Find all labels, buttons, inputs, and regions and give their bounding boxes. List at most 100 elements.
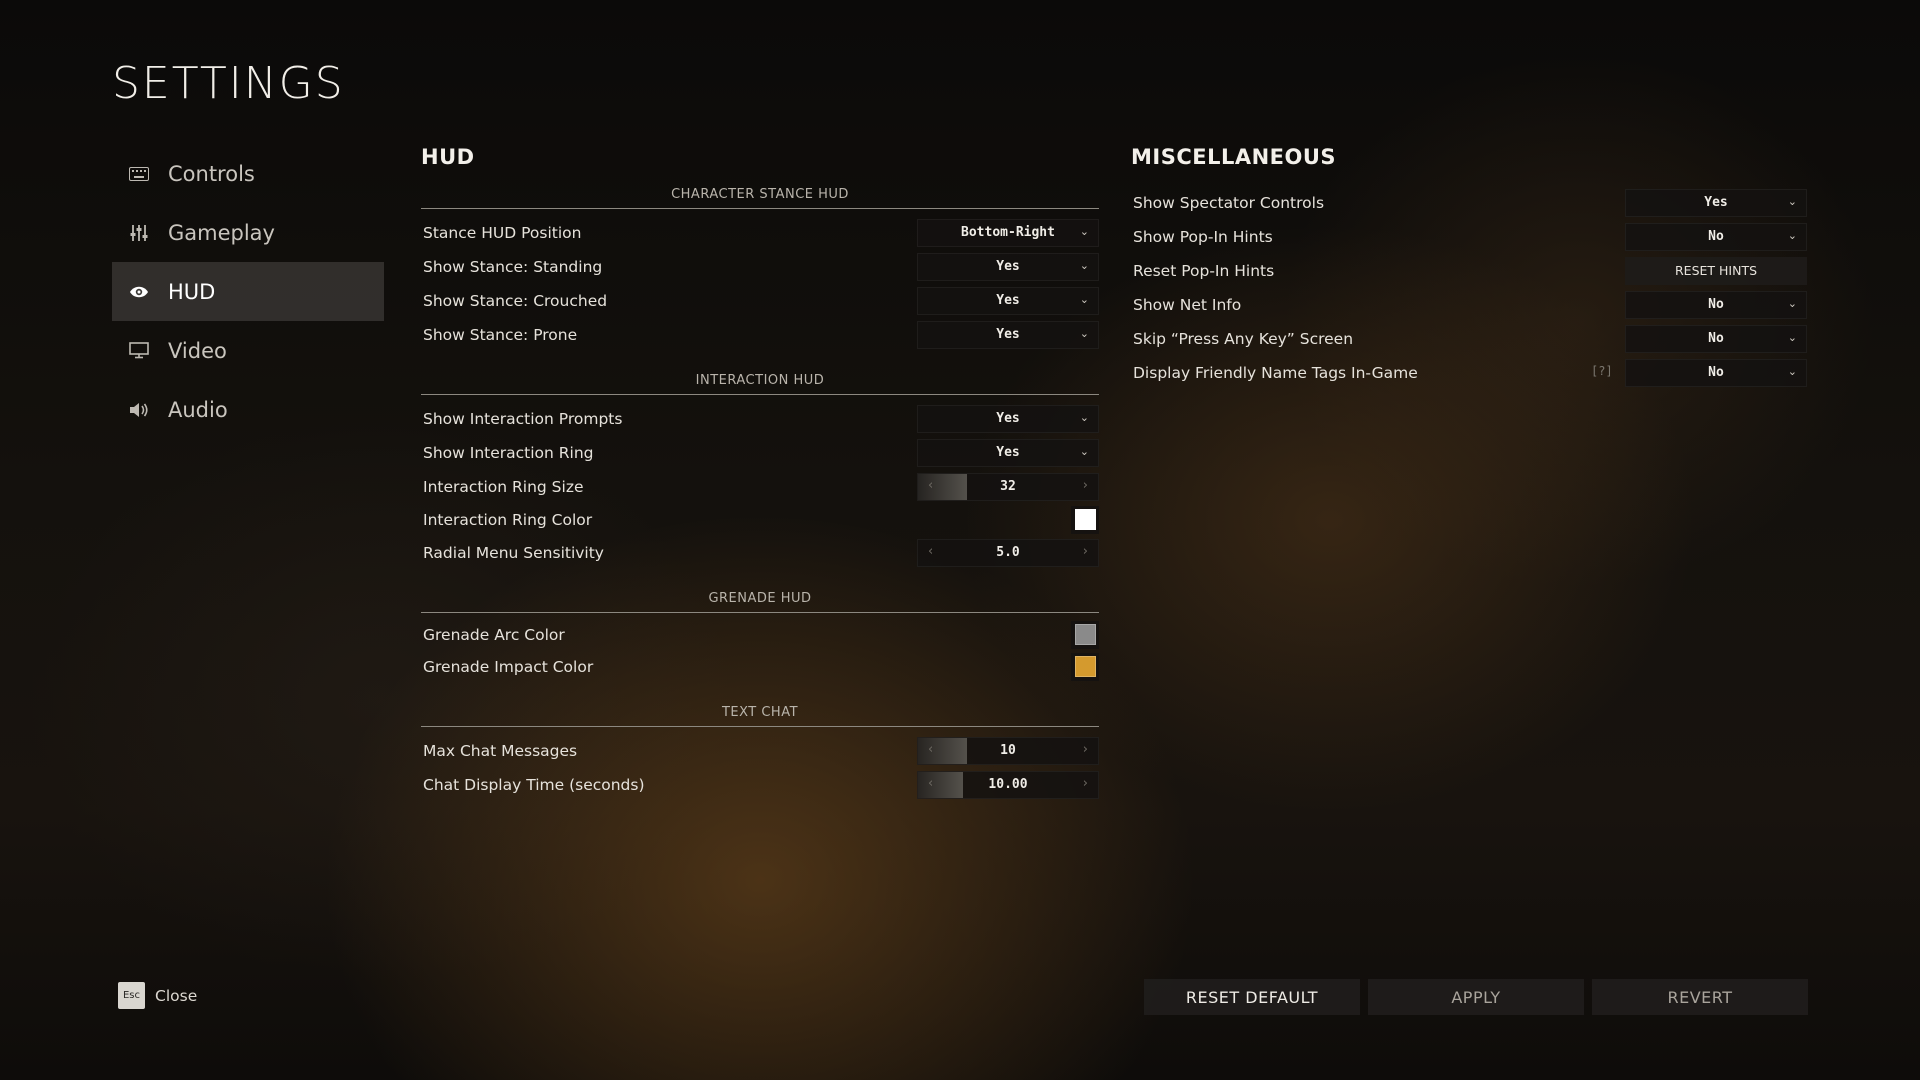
stepper-fill (918, 737, 967, 764)
skip-press-any-key-dropdown[interactable]: No ⌄ (1625, 324, 1807, 353)
nav-item-label: Audio (168, 397, 228, 422)
chevron-left-icon[interactable]: ‹ (928, 544, 933, 559)
setting-row: Show Stance: Standing Yes ⌄ (421, 252, 1099, 281)
setting-label: Skip “Press Any Key” Screen (1133, 329, 1354, 348)
chevron-down-icon: ⌄ (1787, 364, 1797, 378)
chevron-right-icon[interactable]: › (1083, 478, 1088, 493)
eye-icon (128, 281, 150, 303)
reset-default-button[interactable]: RESET DEFAULT (1144, 979, 1360, 1015)
show-stance-standing-dropdown[interactable]: Yes ⌄ (917, 252, 1099, 281)
setting-label: Show Interaction Prompts (423, 409, 623, 428)
misc-heading: MISCELLANEOUS (1131, 145, 1337, 169)
close-button[interactable]: Esc Close (118, 982, 197, 1009)
section-divider (421, 394, 1099, 395)
show-stance-prone-dropdown[interactable]: Yes ⌄ (917, 320, 1099, 349)
keyboard-icon (128, 163, 150, 185)
reset-hints-button[interactable]: RESET HINTS (1625, 256, 1807, 285)
chevron-right-icon[interactable]: › (1083, 776, 1088, 791)
setting-row: Show Interaction Ring Yes ⌄ (421, 438, 1099, 467)
chevron-left-icon[interactable]: ‹ (928, 742, 933, 757)
dropdown-value: Yes (996, 293, 1020, 308)
friendly-name-tags-dropdown[interactable]: No ⌄ (1625, 358, 1807, 387)
dropdown-value: No (1708, 229, 1724, 244)
dropdown-value: No (1708, 297, 1724, 312)
dropdown-value: Yes (996, 411, 1020, 426)
nav-item-label: Video (168, 338, 227, 363)
dropdown-value: No (1708, 365, 1724, 380)
chevron-down-icon: ⌄ (1079, 326, 1089, 340)
radial-menu-sensitivity-stepper[interactable]: ‹ 5.0 › (917, 538, 1099, 567)
close-label: Close (155, 986, 198, 1005)
grenade-arc-color-picker[interactable] (1071, 620, 1099, 649)
interaction-ring-size-stepper[interactable]: ‹ 32 › (917, 472, 1099, 501)
revert-button[interactable]: REVERT (1592, 979, 1808, 1015)
setting-label: Show Stance: Standing (423, 257, 603, 276)
nav-item-label: HUD (168, 279, 216, 304)
dropdown-value: Yes (996, 445, 1020, 460)
color-swatch (1074, 656, 1096, 677)
setting-label: Reset Pop-In Hints (1133, 261, 1275, 280)
setting-label: Grenade Arc Color (423, 625, 565, 644)
setting-row: Interaction Ring Size ‹ 32 › (421, 472, 1099, 501)
section-title-grenade: GRENADE HUD (708, 591, 812, 606)
setting-row: Reset Pop-In Hints RESET HINTS (1131, 256, 1807, 285)
spectator-controls-dropdown[interactable]: Yes ⌄ (1625, 188, 1807, 217)
setting-row: Display Friendly Name Tags In-Game No ⌄ (1131, 358, 1807, 387)
chevron-right-icon[interactable]: › (1083, 544, 1088, 559)
net-info-dropdown[interactable]: No ⌄ (1625, 290, 1807, 319)
dropdown-value: Yes (996, 259, 1020, 274)
stepper-fill (918, 771, 963, 798)
nav-item-audio[interactable]: Audio (112, 380, 384, 439)
stepper-value: 32 (1000, 479, 1016, 494)
chevron-down-icon: ⌄ (1787, 228, 1797, 242)
interaction-ring-color-picker[interactable] (1071, 505, 1099, 534)
color-swatch (1074, 624, 1096, 645)
setting-label: Show Stance: Crouched (423, 291, 608, 310)
nav-item-controls[interactable]: Controls (112, 144, 384, 203)
dropdown-value: Yes (996, 327, 1020, 342)
setting-label: Grenade Impact Color (423, 657, 594, 676)
chevron-right-icon[interactable]: › (1083, 742, 1088, 757)
monitor-icon (128, 340, 150, 362)
chevron-left-icon[interactable]: ‹ (928, 478, 933, 493)
nav-item-label: Controls (168, 161, 255, 186)
apply-button[interactable]: APPLY (1368, 979, 1584, 1015)
help-tooltip-icon[interactable]: [?] (1591, 364, 1613, 378)
dropdown-value: Yes (1704, 195, 1728, 210)
sliders-icon (128, 222, 150, 244)
section-divider (421, 612, 1099, 613)
interaction-ring-dropdown[interactable]: Yes ⌄ (917, 438, 1099, 467)
setting-label: Show Net Info (1133, 295, 1242, 314)
pop-in-hints-dropdown[interactable]: No ⌄ (1625, 222, 1807, 251)
section-divider (421, 726, 1099, 727)
dropdown-value: Bottom-Right (961, 225, 1055, 240)
chat-display-time-stepper[interactable]: ‹ 10.00 › (917, 770, 1099, 799)
nav-item-gameplay[interactable]: Gameplay (112, 203, 384, 262)
grenade-impact-color-picker[interactable] (1071, 652, 1099, 681)
chevron-down-icon: ⌄ (1787, 194, 1797, 208)
nav-item-video[interactable]: Video (112, 321, 384, 380)
chevron-down-icon: ⌄ (1079, 224, 1089, 238)
setting-label: Stance HUD Position (423, 223, 582, 242)
setting-label: Display Friendly Name Tags In-Game (1133, 363, 1418, 382)
show-stance-crouched-dropdown[interactable]: Yes ⌄ (917, 286, 1099, 315)
setting-row: Radial Menu Sensitivity ‹ 5.0 › (421, 538, 1099, 567)
chevron-left-icon[interactable]: ‹ (928, 776, 933, 791)
max-chat-messages-stepper[interactable]: ‹ 10 › (917, 736, 1099, 765)
stepper-value: 5.0 (996, 545, 1020, 560)
section-title-interaction: INTERACTION HUD (695, 373, 825, 388)
nav-item-hud[interactable]: HUD (112, 262, 384, 321)
chevron-down-icon: ⌄ (1787, 330, 1797, 344)
setting-row: Chat Display Time (seconds) ‹ 10.00 › (421, 770, 1099, 799)
stepper-value: 10.00 (988, 777, 1028, 792)
interaction-prompts-dropdown[interactable]: Yes ⌄ (917, 404, 1099, 433)
setting-label: Show Spectator Controls (1133, 193, 1325, 212)
setting-label: Max Chat Messages (423, 741, 578, 760)
setting-row: Show Interaction Prompts Yes ⌄ (421, 404, 1099, 433)
color-swatch (1074, 509, 1096, 530)
setting-label: Interaction Ring Size (423, 477, 584, 496)
dropdown-value: No (1708, 331, 1724, 346)
setting-row: Max Chat Messages ‹ 10 › (421, 736, 1099, 765)
section-title-stance: CHARACTER STANCE HUD (671, 187, 849, 202)
stance-hud-position-dropdown[interactable]: Bottom-Right ⌄ (917, 218, 1099, 247)
